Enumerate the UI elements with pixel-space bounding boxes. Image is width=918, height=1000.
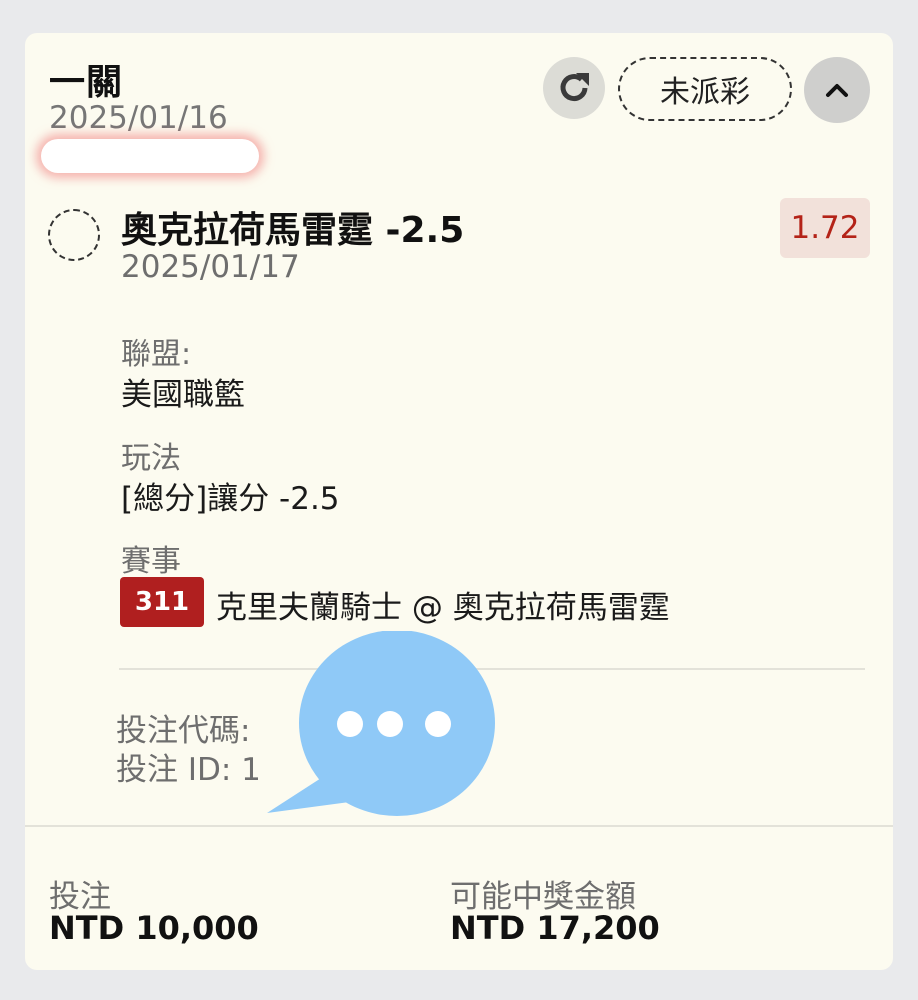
event-name: 克里夫蘭騎士 @ 奧克拉荷馬雷霆 [216,590,670,626]
potential-win-value: NTD 17,200 [450,909,660,947]
odds-badge: 1.72 [780,198,870,258]
selection-date: 2025/01/17 [121,249,300,285]
chevron-up-icon [826,84,848,97]
footer-divider [25,825,893,827]
bet-type-title: 一關 [49,62,124,103]
event-label: 賽事 [121,544,181,579]
placed-date: 2025/01/16 [49,100,228,136]
selection-title: 奧克拉荷馬雷霆 -2.5 [121,210,465,251]
league-value: 美國職籃 [121,377,245,413]
refresh-icon [560,73,589,102]
play-type-value: [總分]讓分 -2.5 [121,481,340,517]
redacted-mark [41,139,259,173]
league-label: 聯盟: [121,337,192,372]
play-type-label: 玩法 [121,441,181,476]
collapse-button[interactable] [804,57,870,123]
chat-bubble-icon [267,631,495,816]
event-code-badge: 311 [120,577,204,627]
bet-slip-card: 一關 2025/01/16 未派彩 奧克拉荷馬雷霆 -2.5 2025/01/1… [25,33,893,970]
status-badge: 未派彩 [618,57,792,121]
stake-value: NTD 10,000 [49,909,259,947]
selection-radio[interactable] [48,209,100,261]
bet-id-label: 投注 ID: 1 [116,752,261,788]
refresh-button[interactable] [543,57,605,119]
